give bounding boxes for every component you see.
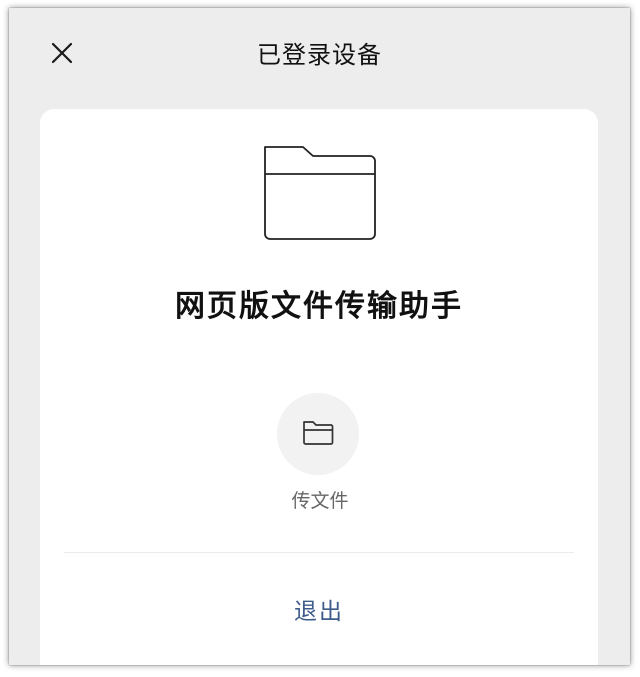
divider	[64, 552, 574, 553]
send-file-icon-circle[interactable]	[277, 393, 359, 475]
navigation-bar: 已登录设备	[9, 8, 630, 98]
folder-icon	[303, 421, 334, 445]
page-title: 已登录设备	[257, 41, 382, 69]
logout-button[interactable]: 退出	[40, 592, 598, 626]
send-file-button[interactable]: 传文件	[258, 393, 382, 523]
send-file-label: 传文件	[291, 490, 349, 512]
folder-icon	[264, 146, 376, 240]
app-window: 已登录设备 网页版文件传输助手 传文件 退出	[9, 8, 630, 665]
device-name: 网页版文件传输助手	[175, 289, 463, 324]
device-card: 网页版文件传输助手 传文件 退出	[40, 109, 598, 665]
